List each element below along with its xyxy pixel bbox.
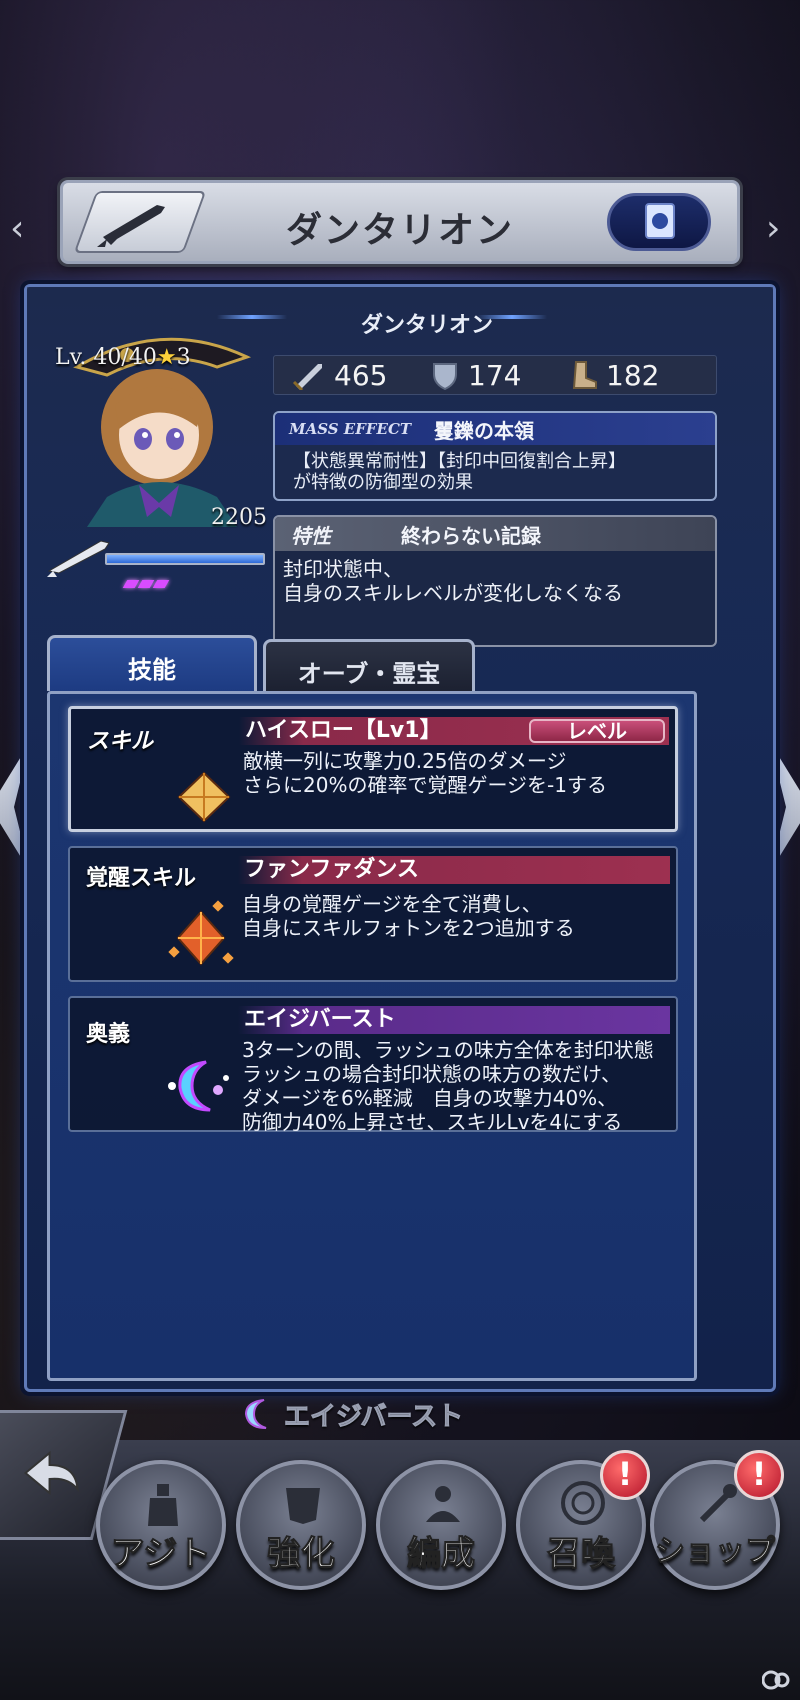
wand-icon [699,1484,737,1523]
skill-type-label: スキル [87,729,154,754]
site-watermark-icon [762,1670,790,1690]
nav-label: 召喚 [547,1534,616,1575]
character-detail-panel: ダンタリオン Lv. 40/40★3 2205 465 174 182 MASS… [24,284,776,1392]
attack-value: 465 [334,358,388,392]
sword-icon [292,364,322,390]
skill-name: ファンファダンス [244,857,419,882]
book-button[interactable] [607,193,711,251]
trait-box: 特性 終わらない記録 封印状態中、 自身のスキルレベルが変化しなくなる [273,515,717,647]
skill-card-awakening[interactable]: 覚醒スキル ファンファダンス 自身の覚醒ゲージを全て消費し、 自身にスキルフォト… [68,846,678,982]
nav-hideout-button[interactable]: アジト [96,1460,226,1590]
character-header: ダンタリオン [60,180,740,264]
trait-tag: 特性 [291,523,331,548]
book-icon [645,203,675,239]
awakening-gauge [122,573,170,592]
skill-line: 防御力40%上昇させ、スキルLvを4にする [242,1110,623,1134]
hp-bar [105,553,265,565]
skill-line: 自身にスキルフォトンを2つ追加する [242,916,575,940]
star-icon: ★ [156,345,177,370]
attack-stat: 465 [292,359,412,392]
skill-line: 3ターンの間、ラッシュの味方全体を封印状態 [242,1038,654,1062]
skill-title-bar: エイジバースト [238,1006,670,1034]
skill-crystal-icon [177,771,231,823]
trait-name: 終わらない記録 [401,523,541,548]
nav-label: 強化 [267,1534,336,1575]
defense-value: 174 [468,358,522,392]
bottle-icon [148,1484,178,1526]
nav-enhance-button[interactable]: 強化 [236,1460,366,1590]
mass-effect-box[interactable]: MASS EFFECT 矍鑠の本領 【状態異常耐性】【封印中回復割合上昇】 が特… [273,411,717,501]
defense-stat: 174 [430,359,550,392]
shield-icon [433,363,457,390]
name-divider-right [477,315,547,319]
skill-description: 3ターンの間、ラッシュの味方全体を封印状態 ラッシュの場合封印状態の味方の数だけ… [242,1038,670,1134]
skill-line: ラッシュの場合封印状態の味方の数だけ、 [242,1062,621,1086]
trait-header: 特性 終わらない記録 [275,517,715,551]
mass-effect-tag: MASS EFFECT [289,420,412,438]
skill-card-ougi[interactable]: 奥義 エイジバースト 3ターンの間、ラッシュの味方全体を封印状態 ラッシュの場合… [68,996,678,1134]
name-divider-left [217,315,287,319]
skill-description: 自身の覚醒ゲージを全て消費し、 自身にスキルフォトンを2つ追加する [242,892,670,940]
summon-alert-badge: ! [600,1450,650,1500]
power-value: 2205 [211,505,267,530]
boot-icon [572,361,597,389]
nav-label: アジト [110,1534,212,1575]
ougi-name-label: エイジバースト [283,1402,464,1433]
skill-title-bar: ファンファダンス [238,856,670,884]
tab-skills[interactable]: 技能 [47,635,257,691]
mass-effect-name: 矍鑠の本領 [434,418,534,443]
mass-effect-description: 【状態異常耐性】【封印中回復割合上昇】 が特徴の防御型の効果 [275,445,715,493]
nav-label: 編成 [407,1534,476,1575]
skill-title-bar: ハイスロー【Lv1】 レベル [239,717,669,745]
level-indicator: Lv. 40/40★3 [55,345,191,370]
prev-character-arrow-icon[interactable]: ‹ [10,208,24,249]
skill-type-label: 覚醒スキル [86,866,197,891]
armor-icon [286,1488,320,1524]
awakening-crystal-icon [168,900,234,966]
next-character-arrow-icon[interactable]: › [766,208,780,249]
star-count: 3 [176,345,191,370]
level-text: Lv. 40/40 [55,345,157,370]
speed-stat: 182 [568,359,688,392]
gauge-pip [152,580,170,588]
team-icon [426,1486,460,1522]
rainbow-crescent-icon [168,1060,229,1112]
nav-shop-button[interactable]: ショップ ! [650,1450,784,1590]
skill-line: 敵横一列に攻撃力0.25倍のダメージ [243,749,567,773]
trait-description: 封印状態中、 自身のスキルレベルが変化しなくなる [275,551,715,605]
nav-label: ショップ [655,1534,776,1570]
stats-row: 465 174 182 [273,355,717,395]
rainbow-crescent-icon [244,1399,267,1429]
nav-summon-button[interactable]: 召喚 ! [516,1450,650,1590]
skill-description: 敵横一列に攻撃力0.25倍のダメージ さらに20%の確率で覚醒ゲージを-1する [243,749,669,797]
level-button[interactable]: レベル [529,719,665,743]
skill-card-normal[interactable]: スキル ハイスロー【Lv1】 レベル 敵横一列に攻撃力0.25倍のダメージ さら… [68,706,678,832]
trait-line: 自身のスキルレベルが変化しなくなる [283,581,623,605]
tab-orb[interactable]: オーブ・霊宝 [263,639,475,691]
shop-alert-badge: ! [734,1450,784,1500]
skill-line: ダメージを6%軽減 自身の攻撃力40%、 [242,1086,618,1110]
skill-name: エイジバースト [244,1007,396,1032]
skill-list: スキル ハイスロー【Lv1】 レベル 敵横一列に攻撃力0.25倍のダメージ さら… [47,691,697,1381]
mass-effect-line: が特徴の防御型の効果 [293,472,473,493]
speed-value: 182 [606,358,660,392]
mass-effect-line: 【状態異常耐性】【封印中回復割合上昇】 [293,451,626,472]
nav-formation-button[interactable]: 編成 [376,1460,506,1590]
hp-fill [107,555,263,563]
skill-type-label: 奥義 [86,1022,131,1047]
back-arrow-icon [23,1450,79,1496]
character-name: ダンタリオン [360,313,493,338]
mass-effect-header: MASS EFFECT 矍鑠の本領 [275,413,715,445]
skill-line: 自身の覚醒ゲージを全て消費し、 [242,892,542,916]
skill-line: さらに20%の確率で覚醒ゲージを-1する [243,773,607,797]
trait-line: 封印状態中、 [283,557,403,581]
skill-name: ハイスロー【Lv1】 [245,718,442,743]
